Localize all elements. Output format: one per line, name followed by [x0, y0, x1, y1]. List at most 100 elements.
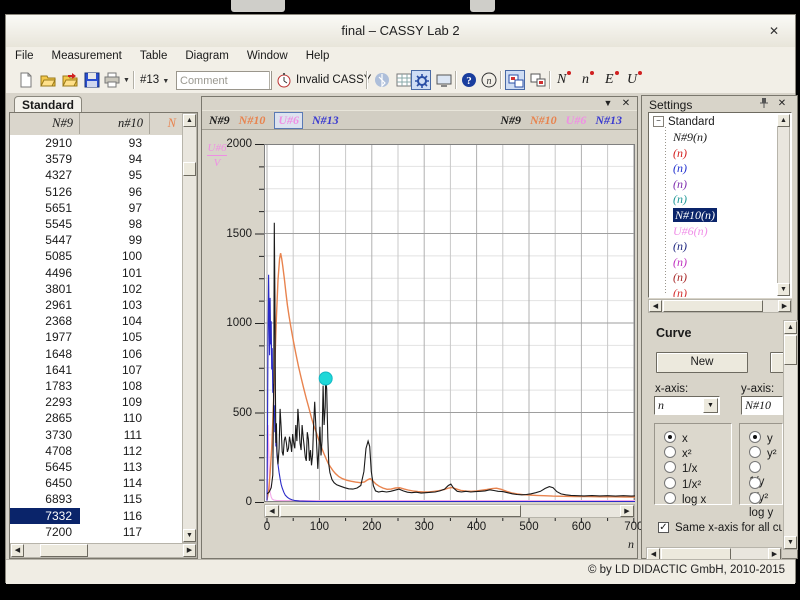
settings-gear-icon[interactable] [411, 70, 431, 90]
table-cell[interactable]: 94 [80, 151, 150, 167]
tree-item-U6n[interactable]: U#6(n) [673, 224, 708, 239]
chevron-down-icon[interactable]: ▼ [703, 398, 718, 413]
print-icon[interactable] [102, 70, 122, 90]
quantity-n-button[interactable]: n [582, 72, 589, 88]
legend-N#9[interactable]: N#9 [209, 113, 230, 128]
table-cell[interactable]: 4496 [10, 265, 80, 281]
y-scale-option-1y[interactable]: 1/y [749, 461, 782, 475]
scroll-right-icon[interactable]: ▶ [183, 544, 196, 557]
tree-item-n[interactable]: (n) [673, 177, 687, 192]
tree-vscrollbar[interactable]: ▲ ▼ [777, 114, 790, 296]
append-file-icon[interactable] [60, 70, 80, 90]
tree-item-n[interactable]: (n) [673, 255, 687, 270]
cassy-status[interactable]: Invalid CASSY [296, 74, 371, 86]
legend-N#13[interactable]: N#13 [312, 113, 339, 128]
scrollbar-thumb[interactable] [183, 162, 196, 176]
table-cell[interactable]: 105 [80, 329, 150, 345]
table-cell[interactable]: 7332 [10, 508, 80, 524]
stopwatch-icon[interactable] [274, 70, 294, 90]
table-cell[interactable]: 109 [80, 394, 150, 410]
dataset-selector[interactable]: #13 ▼ [140, 74, 169, 86]
print-dropdown-icon[interactable]: ▼ [123, 77, 130, 84]
table-cell[interactable]: 1783 [10, 378, 80, 394]
table-cell[interactable]: 113 [80, 459, 150, 475]
column-header-N[interactable]: N [150, 113, 182, 134]
table-cell[interactable]: 3801 [10, 281, 80, 297]
scroll-right-icon[interactable]: ▶ [620, 505, 634, 517]
table-cell[interactable]: 115 [80, 491, 150, 507]
quantity-U-button[interactable]: U [627, 72, 637, 88]
bluetooth-icon[interactable] [372, 70, 392, 90]
table-hscrollbar[interactable]: ◀ ▶ [10, 543, 197, 558]
table-cell[interactable]: 3730 [10, 427, 80, 443]
pin-icon[interactable] [757, 97, 771, 110]
table-cell[interactable]: 116 [80, 508, 150, 524]
tree-item-N9n[interactable]: N#9(n) [673, 130, 707, 145]
table-cell[interactable]: 6450 [10, 475, 80, 491]
chart-hscrollbar[interactable]: ◀ ▶ [264, 504, 635, 518]
table-cell[interactable]: 108 [80, 378, 150, 394]
x-scale-option-1x[interactable]: 1/x [664, 461, 697, 475]
table-cell[interactable]: 106 [80, 346, 150, 362]
tree-item-n[interactable]: (n) [673, 146, 687, 161]
y-scale-option-y[interactable]: y [749, 431, 773, 445]
menu-item-measurement[interactable]: Measurement [43, 47, 131, 68]
quantity-N-button[interactable]: N [557, 72, 566, 88]
tree-item-N10n[interactable]: N#10(n) [673, 208, 717, 223]
same-x-axis-checkbox[interactable]: ✓ [658, 522, 669, 533]
chevron-down-icon[interactable]: ▼ [601, 98, 615, 108]
menu-item-diagram[interactable]: Diagram [176, 47, 237, 68]
table-cell[interactable]: 5126 [10, 184, 80, 200]
table-cell[interactable]: 4327 [10, 167, 80, 183]
table-cell[interactable]: 102 [80, 281, 150, 297]
tree-item-n[interactable]: (n) [673, 161, 687, 176]
open-file-icon[interactable] [38, 70, 58, 90]
quantity-E-button[interactable]: E [605, 72, 614, 88]
close-icon[interactable]: ✕ [619, 98, 633, 109]
table-cell[interactable]: 1641 [10, 362, 80, 378]
new-curve-button[interactable]: New [656, 352, 748, 373]
table-cell[interactable]: 97 [80, 200, 150, 216]
table-cell[interactable]: 93 [80, 135, 150, 151]
table-cell[interactable]: 104 [80, 313, 150, 329]
scroll-down-icon[interactable]: ▼ [784, 536, 797, 549]
table-cell[interactable]: 5645 [10, 459, 80, 475]
legend-N#10[interactable]: N#10 [530, 113, 557, 128]
scroll-left-icon[interactable]: ◀ [265, 505, 279, 517]
scrollbar-thumb[interactable] [784, 335, 797, 365]
scrollbar-thumb[interactable] [40, 544, 88, 557]
window-layout-2-icon[interactable] [528, 70, 548, 90]
close-icon[interactable]: ✕ [775, 97, 789, 110]
save-file-icon[interactable] [82, 70, 102, 90]
table-cell[interactable]: 2910 [10, 135, 80, 151]
table-cell[interactable]: 114 [80, 475, 150, 491]
x-scale-option-logx[interactable]: log x [664, 492, 706, 506]
scrollbar-thumb[interactable] [663, 300, 763, 312]
help-icon[interactable]: ? [459, 70, 479, 90]
table-cell[interactable]: 1977 [10, 329, 80, 345]
x-scale-option-x[interactable]: x [664, 431, 688, 445]
table-cell[interactable]: 5447 [10, 232, 80, 248]
y-scale-option-logy[interactable]: log y [749, 492, 782, 506]
table-cell[interactable]: 1648 [10, 346, 80, 362]
new-file-icon[interactable] [16, 70, 36, 90]
table-cell[interactable]: 5085 [10, 248, 80, 264]
table-cell[interactable]: 5651 [10, 200, 80, 216]
legend-U#6[interactable]: U#6 [566, 113, 587, 128]
table-cell[interactable]: 117 [80, 524, 150, 540]
legend-N#13[interactable]: N#13 [595, 113, 622, 128]
table-cell[interactable]: 7200 [10, 524, 80, 540]
x-scale-option-x[interactable]: x² [664, 446, 692, 460]
column-header-n10[interactable]: n#10 [80, 113, 150, 134]
scroll-left-icon[interactable]: ◀ [649, 300, 662, 312]
table-cell[interactable]: 2368 [10, 313, 80, 329]
scroll-down-icon[interactable]: ▼ [777, 283, 790, 296]
table-cell[interactable]: 5545 [10, 216, 80, 232]
tree-item-n[interactable]: (n) [673, 239, 687, 254]
table-cell[interactable]: 111 [80, 427, 150, 443]
tree-item-n[interactable]: (n) [673, 192, 687, 207]
table-cell[interactable]: 96 [80, 184, 150, 200]
column-header-N9[interactable]: N#9 [10, 113, 80, 134]
table-cell[interactable]: 2293 [10, 394, 80, 410]
plot-area[interactable] [264, 144, 635, 502]
